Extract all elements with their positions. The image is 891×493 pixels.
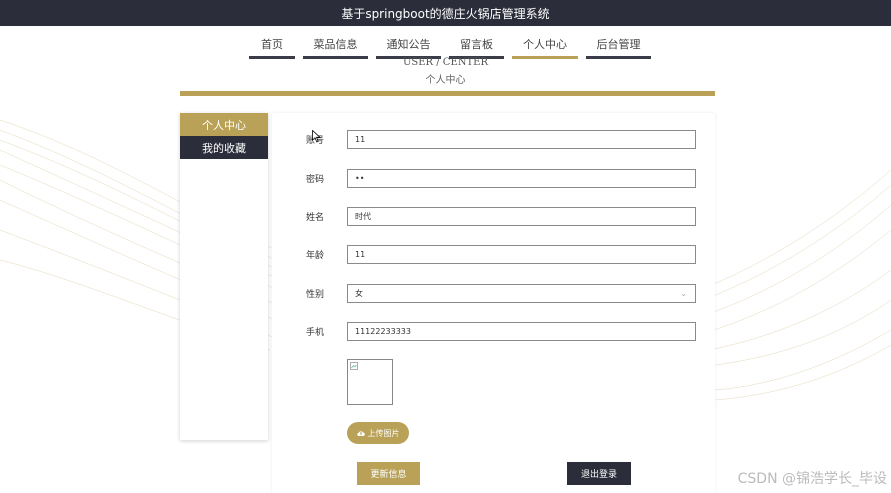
form-row-age: 年龄 11 bbox=[306, 245, 696, 264]
phone-label: 手机 bbox=[306, 328, 325, 338]
update-info-button[interactable]: 更新信息 bbox=[357, 462, 420, 485]
form-row-name: 姓名 时代 bbox=[306, 207, 696, 226]
nav-notices[interactable]: 通知公告 bbox=[376, 34, 441, 59]
nav-user-center[interactable]: 个人中心 bbox=[512, 34, 578, 59]
sidebar: 个人中心 我的收藏 bbox=[180, 113, 268, 440]
watermark: CSDN @锦浩学长_毕设 bbox=[737, 471, 887, 487]
cloud-upload-icon bbox=[356, 430, 365, 436]
age-label: 年龄 bbox=[306, 251, 325, 261]
broken-image-icon bbox=[350, 362, 358, 370]
nav-dishes[interactable]: 菜品信息 bbox=[303, 34, 368, 59]
mouse-cursor-icon bbox=[312, 130, 321, 143]
upload-image-label: 上传图片 bbox=[367, 428, 400, 438]
form-row-phone: 手机 11122233333 bbox=[306, 322, 696, 341]
name-input[interactable]: 时代 bbox=[347, 207, 696, 226]
phone-input[interactable]: 11122233333 bbox=[347, 322, 696, 341]
nav-message-board[interactable]: 留言板 bbox=[449, 34, 504, 59]
nav-home[interactable]: 首页 bbox=[249, 34, 295, 59]
password-label: 密码 bbox=[306, 175, 325, 185]
form-row-account: 账号 11 bbox=[306, 130, 696, 149]
sidebar-item-user-center[interactable]: 个人中心 bbox=[180, 113, 268, 136]
sidebar-item-favorites[interactable]: 我的收藏 bbox=[180, 136, 268, 159]
app-header: 基于springboot的德庄火锅店管理系统 bbox=[0, 0, 891, 26]
logout-button[interactable]: 退出登录 bbox=[567, 462, 631, 485]
page-title: 个人中心 bbox=[425, 75, 466, 86]
app-title: 基于springboot的德庄火锅店管理系统 bbox=[341, 6, 550, 21]
gender-value: 女 bbox=[355, 289, 363, 298]
chevron-down-icon: ⌄ bbox=[680, 289, 687, 298]
password-input[interactable]: •• bbox=[347, 169, 696, 188]
main-nav: 首页 菜品信息 通知公告 留言板 个人中心 后台管理 bbox=[249, 34, 659, 59]
account-input[interactable]: 11 bbox=[347, 130, 696, 149]
gender-select[interactable]: 女 ⌄ bbox=[347, 284, 696, 303]
age-input[interactable]: 11 bbox=[347, 245, 696, 264]
page-title-en: USER / CENTER bbox=[402, 57, 489, 68]
name-label: 姓名 bbox=[306, 213, 325, 223]
form-row-gender: 性别 女 ⌄ bbox=[306, 284, 696, 303]
avatar-preview bbox=[347, 359, 393, 405]
nav-admin[interactable]: 后台管理 bbox=[586, 34, 651, 59]
upload-image-button[interactable]: 上传图片 bbox=[347, 422, 409, 444]
gender-label: 性别 bbox=[306, 290, 325, 300]
form-row-password: 密码 •• bbox=[306, 169, 696, 188]
title-divider bbox=[180, 91, 715, 96]
